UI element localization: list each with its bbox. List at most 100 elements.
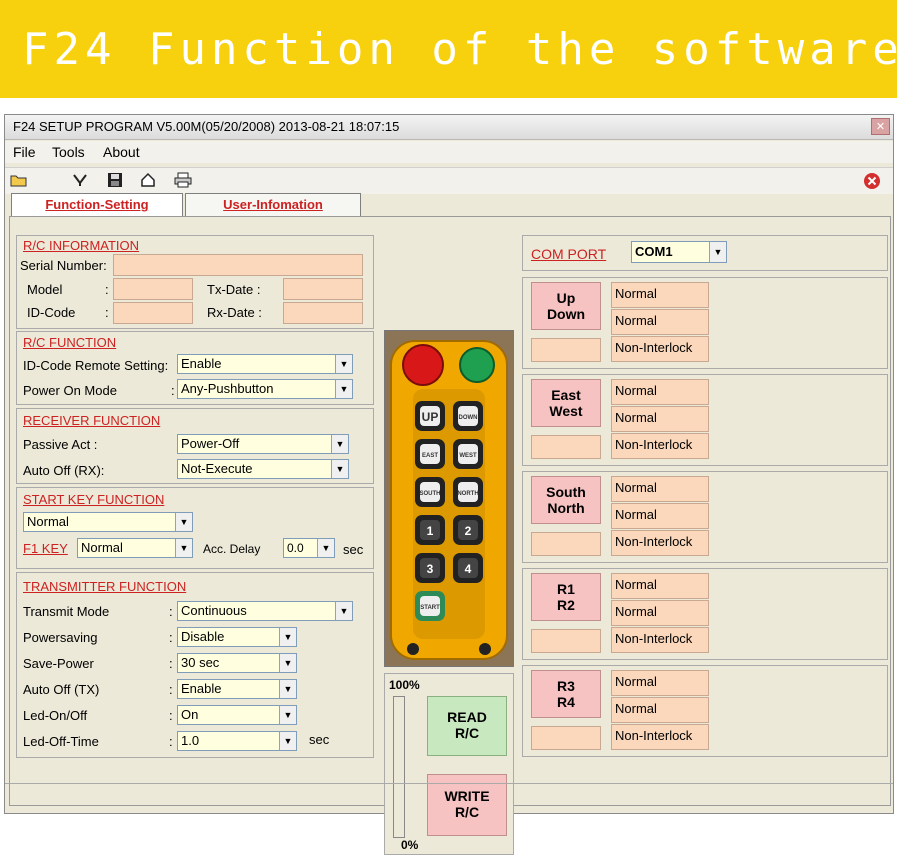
channel-interlock-field[interactable]: Non-Interlock: [611, 627, 709, 653]
channel-direction-button[interactable]: Up Down: [531, 282, 601, 330]
transmitter-row-colon: :: [169, 656, 173, 671]
transmitter-row-value: On: [181, 707, 199, 722]
menu-tools[interactable]: Tools: [52, 144, 85, 160]
id-code-remote-value: Enable: [181, 356, 222, 371]
channel-blank-field[interactable]: [531, 726, 601, 750]
chevron-down-icon[interactable]: ▼: [279, 680, 296, 698]
channel-line1: East: [551, 387, 581, 403]
chevron-down-icon[interactable]: ▼: [279, 706, 296, 724]
serial-number-field[interactable]: [113, 254, 363, 276]
transmitter-row-select[interactable]: 30 sec ▼: [177, 653, 297, 673]
channel-group: R1 R2 Normal Normal Non-Interlock: [522, 568, 888, 660]
channel-blank-field[interactable]: [531, 532, 601, 556]
channel-direction-button[interactable]: South North: [531, 476, 601, 524]
passive-act-select[interactable]: Power-Off ▼: [177, 434, 349, 454]
transmitter-row-select[interactable]: 1.0 ▼: [177, 731, 297, 751]
channel-blank-field[interactable]: [531, 435, 601, 459]
home-icon[interactable]: [139, 172, 157, 190]
read-rc-button[interactable]: READ R/C: [427, 696, 507, 756]
channel-mode-field[interactable]: Normal: [611, 309, 709, 335]
auto-off-rx-select[interactable]: Not-Execute ▼: [177, 459, 349, 479]
toolbar: [5, 167, 893, 194]
chevron-down-icon[interactable]: ▼: [279, 628, 296, 646]
passive-act-value: Power-Off: [181, 436, 240, 451]
menu-about[interactable]: About: [103, 144, 140, 160]
channel-mode-field[interactable]: Normal: [611, 573, 709, 599]
f1-key-label: F1 KEY: [23, 541, 68, 556]
menu-file[interactable]: File: [13, 144, 36, 160]
channel-direction-button[interactable]: R1 R2: [531, 573, 601, 621]
channel-mode-field[interactable]: Normal: [611, 282, 709, 308]
passive-act-label: Passive Act :: [23, 437, 98, 452]
model-field[interactable]: [113, 278, 193, 300]
channel-mode-field[interactable]: Normal: [611, 503, 709, 529]
channel-mode-field[interactable]: Normal: [611, 406, 709, 432]
id-code-colon: :: [105, 305, 109, 320]
start-key-select[interactable]: Normal ▼: [23, 512, 193, 532]
transmitter-row-label: Auto Off (TX): [23, 682, 100, 697]
power-on-colon: :: [171, 383, 175, 398]
channel-mode-field[interactable]: Normal: [611, 379, 709, 405]
chevron-down-icon[interactable]: ▼: [279, 654, 296, 672]
transmitter-row-select[interactable]: On ▼: [177, 705, 297, 725]
tab-function-setting[interactable]: Function-Setting: [11, 193, 183, 217]
remote-button-label: 3: [427, 562, 434, 576]
tab-user-information[interactable]: User-Infomation: [185, 193, 361, 217]
f1-key-select[interactable]: Normal ▼: [77, 538, 193, 558]
acc-delay-select[interactable]: 0.0 ▼: [283, 538, 335, 558]
channel-line2: North: [547, 500, 585, 516]
channel-interlock-field[interactable]: Non-Interlock: [611, 336, 709, 362]
chevron-down-icon[interactable]: ▼: [709, 242, 726, 262]
remote-button-label: START: [420, 605, 440, 611]
channel-direction-button[interactable]: East West: [531, 379, 601, 427]
channel-interlock-field[interactable]: Non-Interlock: [611, 724, 709, 750]
channel-mode-field[interactable]: Normal: [611, 600, 709, 626]
tx-date-field[interactable]: [283, 278, 363, 300]
transmitter-row-select[interactable]: Enable ▼: [177, 679, 297, 699]
channel-mode-field[interactable]: Normal: [611, 476, 709, 502]
transmitter-row-select[interactable]: Continuous ▼: [177, 601, 353, 621]
com-port-group: COM PORT COM1 ▼: [522, 235, 888, 271]
channel-blank-field[interactable]: [531, 629, 601, 653]
remote-button-label: NORTH: [457, 491, 478, 497]
write-line1: WRITE: [444, 788, 490, 804]
id-code-remote-select[interactable]: Enable ▼: [177, 354, 353, 374]
chevron-down-icon[interactable]: ▼: [335, 602, 352, 620]
close-icon[interactable]: ✕: [871, 118, 890, 135]
progress-bottom-label: 0%: [401, 838, 419, 852]
print-icon[interactable]: [174, 172, 192, 190]
transmitter-row-colon: :: [169, 630, 173, 645]
transmitter-row-select[interactable]: Disable ▼: [177, 627, 297, 647]
chevron-down-icon[interactable]: ▼: [335, 355, 352, 373]
channel-mode-field[interactable]: Normal: [611, 697, 709, 723]
app-window: F24 SETUP PROGRAM V5.00M(05/20/2008) 201…: [4, 114, 894, 855]
exit-icon[interactable]: [863, 172, 881, 190]
channel-direction-button[interactable]: R3 R4: [531, 670, 601, 718]
chevron-down-icon[interactable]: ▼: [279, 732, 296, 750]
auto-off-rx-label: Auto Off (RX):: [23, 463, 105, 478]
power-on-mode-select[interactable]: Any-Pushbutton ▼: [177, 379, 353, 399]
remote-button-label: UP: [422, 410, 439, 424]
transmitter-row-colon: :: [169, 734, 173, 749]
rx-date-field[interactable]: [283, 302, 363, 324]
chevron-down-icon[interactable]: ▼: [175, 513, 192, 531]
save-icon[interactable]: [106, 172, 124, 190]
com-port-select[interactable]: COM1 ▼: [631, 241, 727, 263]
chevron-down-icon[interactable]: ▼: [331, 435, 348, 453]
chevron-down-icon[interactable]: ▼: [317, 539, 334, 557]
chevron-down-icon[interactable]: ▼: [331, 460, 348, 478]
channel-line1: South: [546, 484, 586, 500]
channel-interlock-field[interactable]: Non-Interlock: [611, 433, 709, 459]
chevron-down-icon[interactable]: ▼: [175, 539, 192, 557]
channel-mode-field[interactable]: Normal: [611, 670, 709, 696]
read-line1: READ: [447, 709, 487, 725]
chevron-down-icon[interactable]: ▼: [335, 380, 352, 398]
channel-line2: R4: [557, 694, 575, 710]
transmitter-row-label: Powersaving: [23, 630, 98, 645]
id-code-field[interactable]: [113, 302, 193, 324]
receiver-function-group: RECEIVER FUNCTION Passive Act : Power-Of…: [16, 408, 374, 484]
import-icon[interactable]: [71, 172, 89, 190]
channel-interlock-field[interactable]: Non-Interlock: [611, 530, 709, 556]
open-folder-icon[interactable]: [10, 172, 28, 190]
channel-blank-field[interactable]: [531, 338, 601, 362]
